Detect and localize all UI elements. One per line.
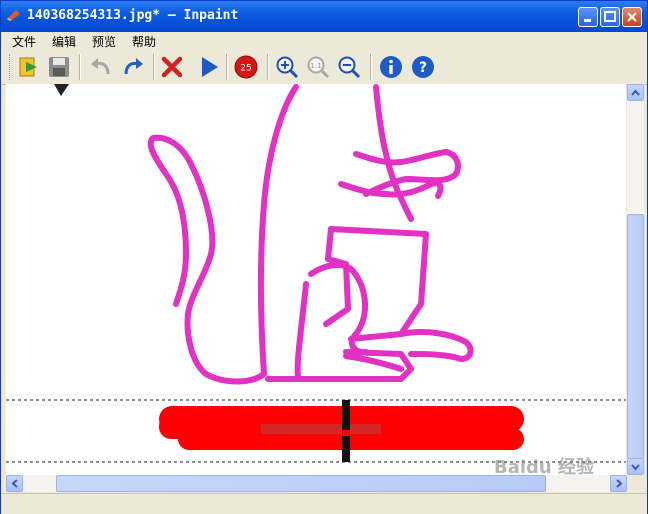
scroll-up-button[interactable] <box>627 84 644 101</box>
toolbar: 25 1:1 ? <box>1 50 647 85</box>
kangaroo-image <box>6 84 626 463</box>
toolbar-separator <box>79 54 81 80</box>
scroll-right-button[interactable] <box>610 475 627 492</box>
image-canvas[interactable] <box>6 84 626 475</box>
title-bar: 140368254313.jpg* — Inpaint <box>1 1 647 32</box>
minimize-button[interactable] <box>578 7 598 27</box>
marker-size-button[interactable]: 25 <box>232 53 260 81</box>
toolbar-separator <box>153 54 155 80</box>
scroll-down-button[interactable] <box>627 458 644 475</box>
marker-size-label: 25 <box>240 64 251 74</box>
red-mask <box>159 406 524 450</box>
watermark: Baidu 经验 <box>494 457 595 478</box>
scroll-right-icon <box>616 479 623 488</box>
close-icon <box>627 12 637 22</box>
run-button[interactable] <box>195 53 223 81</box>
vertical-scrollbar[interactable] <box>627 84 644 475</box>
open-icon <box>19 57 37 77</box>
delete-icon <box>161 56 183 78</box>
scroll-left-icon <box>11 479 18 488</box>
toolbar-separator <box>370 54 372 80</box>
help-icon: ? <box>412 56 434 78</box>
info-icon <box>380 56 402 78</box>
menu-file[interactable]: 文件 <box>12 33 36 50</box>
zoom-in-icon <box>276 56 299 79</box>
save-icon <box>49 57 69 77</box>
svg-text:1:1: 1:1 <box>310 62 321 70</box>
scroll-down-icon <box>631 464 640 471</box>
toolbar-separator <box>267 54 269 80</box>
menu-preview[interactable]: 预览 <box>92 33 116 50</box>
horizontal-scroll-thumb[interactable] <box>56 475 546 492</box>
maximize-icon <box>604 11 616 22</box>
maximize-button[interactable] <box>600 7 620 27</box>
open-button[interactable] <box>15 53 43 81</box>
handle-gap <box>342 430 350 436</box>
kangaroo-outline <box>147 84 474 385</box>
save-button[interactable] <box>45 53 73 81</box>
toolbar-separator <box>226 54 228 80</box>
help-button[interactable]: ? <box>409 53 437 81</box>
info-button[interactable] <box>377 53 405 81</box>
scroll-left-button[interactable] <box>6 475 23 492</box>
redo-button[interactable] <box>119 53 147 81</box>
zoom-in-button[interactable] <box>273 53 301 81</box>
minimize-icon <box>584 19 591 22</box>
run-icon <box>202 57 218 77</box>
menu-bar: 文件 编辑 预览 帮助 <box>1 32 647 50</box>
app-window: 140368254313.jpg* — Inpaint 文件 编辑 预览 帮助 <box>0 0 648 514</box>
marker-size-icon: 25 <box>234 55 258 79</box>
scroll-up-icon <box>631 89 640 96</box>
status-bar <box>1 493 647 514</box>
marker-pointer-icon <box>54 84 69 96</box>
zoom-actual-icon: 1:1 <box>307 56 330 79</box>
vertical-scroll-thumb[interactable] <box>627 214 644 459</box>
zoom-out-button[interactable] <box>335 53 363 81</box>
undo-icon <box>91 58 110 75</box>
delete-button[interactable] <box>158 53 186 81</box>
window-title: 140368254313.jpg* — Inpaint <box>27 8 239 23</box>
zoom-out-icon <box>338 56 361 79</box>
menu-edit[interactable]: 编辑 <box>52 33 76 50</box>
svg-text:?: ? <box>419 60 427 76</box>
close-button[interactable] <box>622 7 642 27</box>
redo-icon <box>124 58 143 75</box>
inpaint-app-icon <box>7 10 20 21</box>
menu-help[interactable]: 帮助 <box>132 33 156 50</box>
toolbar-grip[interactable] <box>9 54 13 80</box>
zoom-actual-button[interactable]: 1:1 <box>304 53 332 81</box>
undo-button[interactable] <box>87 53 115 81</box>
